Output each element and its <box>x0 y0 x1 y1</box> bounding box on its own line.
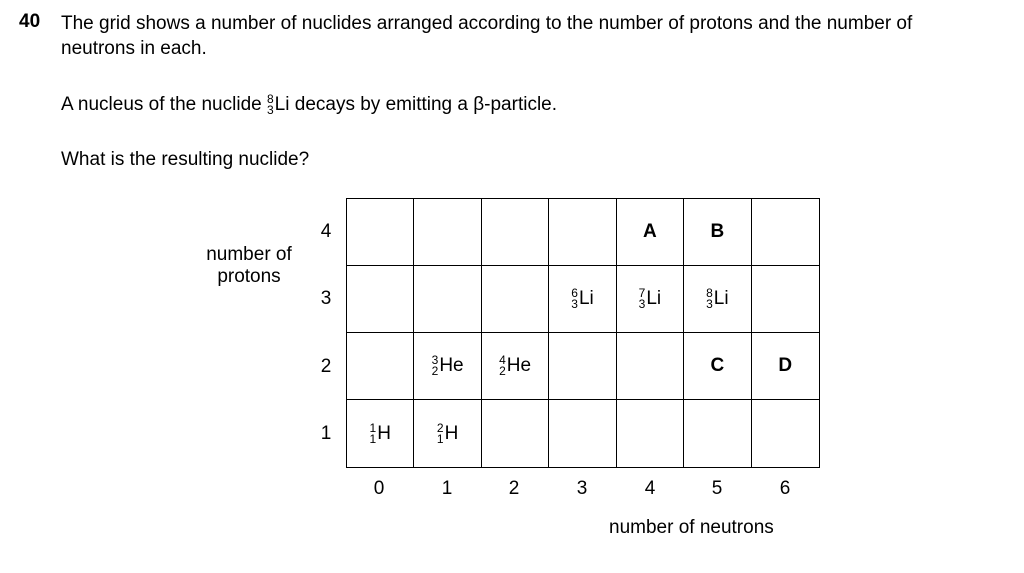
y-tick-4: 4 <box>320 221 332 242</box>
option-d[interactable]: D <box>778 355 792 377</box>
decay-text-after: decays by emitting a β-particle. <box>294 94 558 115</box>
element-symbol: Li <box>274 94 290 116</box>
atomic-number: 2 <box>499 364 506 378</box>
element-symbol: He <box>439 355 464 376</box>
cell-p1-n0: 1 1 H <box>347 400 415 467</box>
nuclide-he4: 4 2 He <box>499 354 532 378</box>
x-tick-0: 0 <box>373 478 385 499</box>
cell-p1-n1: 2 1 H <box>414 400 482 467</box>
atomic-number: 1 <box>369 431 377 446</box>
cell-p1-n3 <box>549 400 617 467</box>
cell-p1-n2 <box>482 400 550 467</box>
x-tick-6: 6 <box>779 478 791 499</box>
element-symbol: Li <box>646 288 662 309</box>
y-tick-1: 1 <box>320 423 332 444</box>
cell-p3-n1 <box>414 266 482 333</box>
cell-p4-n0 <box>347 199 415 266</box>
x-tick-2: 2 <box>508 478 520 499</box>
cell-p1-n6 <box>752 400 819 467</box>
atomic-number: 1 <box>436 431 444 446</box>
atomic-number: 3 <box>638 297 646 311</box>
cell-p4-n4: A <box>616 199 685 266</box>
y-tick-2: 2 <box>320 356 332 377</box>
cell-p2-n4 <box>616 333 685 400</box>
option-b[interactable]: B <box>710 221 724 243</box>
decay-text-before: A nucleus of the nuclide <box>61 94 262 115</box>
question-stem: The grid shows a number of nuclides arra… <box>61 13 913 59</box>
cell-p3-n6 <box>751 266 819 333</box>
cell-p4-n6 <box>751 199 819 266</box>
cell-p2-n1: 3 2 He <box>414 333 482 400</box>
cell-p2-n0 <box>347 333 415 400</box>
x-tick-3: 3 <box>576 478 588 499</box>
option-c[interactable]: C <box>710 355 724 377</box>
cell-p2-n3 <box>549 333 617 400</box>
nuclide-li7: 7 3 Li <box>638 287 662 311</box>
question-prompt: What is the resulting nuclide? <box>61 149 310 170</box>
cell-p2-n2: 4 2 He <box>481 333 550 400</box>
cell-p2-n6: D <box>751 333 819 400</box>
x-tick-4: 4 <box>644 478 656 499</box>
element-symbol: Li <box>578 288 594 309</box>
cell-p3-n4: 7 3 Li <box>616 266 685 333</box>
cell-p3-n5: 8 3 Li <box>684 266 752 333</box>
nuclide-h1: 1 1 H <box>369 422 391 446</box>
atomic-number: 3 <box>706 297 713 311</box>
cell-p4-n3 <box>549 199 617 266</box>
y-axis-label: number of protons <box>206 244 292 287</box>
nuclide-li8-inline: 8 3 Li <box>267 92 289 117</box>
y-tick-3: 3 <box>320 288 332 309</box>
x-tick-5: 5 <box>711 478 723 499</box>
element-symbol: Li <box>713 288 729 309</box>
cell-p2-n5: C <box>684 333 752 400</box>
cell-p4-n5: B <box>684 199 752 266</box>
nuclide-li6: 6 3 Li <box>571 287 594 311</box>
cell-p3-n3: 6 3 Li <box>549 266 617 333</box>
cell-p1-n5 <box>684 400 752 467</box>
option-a[interactable]: A <box>643 221 657 243</box>
element-symbol: H <box>377 422 391 444</box>
atomic-number: 3 <box>266 102 274 117</box>
cell-p4-n2 <box>481 199 550 266</box>
cell-p3-n0 <box>347 266 415 333</box>
atomic-number: 3 <box>571 297 578 311</box>
nuclide-h2: 2 1 H <box>436 422 459 446</box>
nuclide-he3: 3 2 He <box>431 354 464 378</box>
cell-p3-n2 <box>481 266 550 333</box>
cell-p4-n1 <box>414 199 482 266</box>
atomic-number: 2 <box>431 364 439 378</box>
element-symbol: H <box>444 422 459 444</box>
nuclide-grid: A B 6 3 Li 7 3 Li 8 3 Li 3 2 He 4 2 He C… <box>346 198 820 468</box>
x-axis-label: number of neutrons <box>609 517 774 538</box>
question-decay-statement: A nucleus of the nuclide 8 3 Li decays b… <box>61 92 557 117</box>
element-symbol: He <box>506 355 532 376</box>
nuclide-li8: 8 3 Li <box>706 287 729 311</box>
cell-p1-n4 <box>617 400 685 467</box>
x-tick-1: 1 <box>441 478 453 499</box>
question-number: 40 <box>19 11 41 32</box>
